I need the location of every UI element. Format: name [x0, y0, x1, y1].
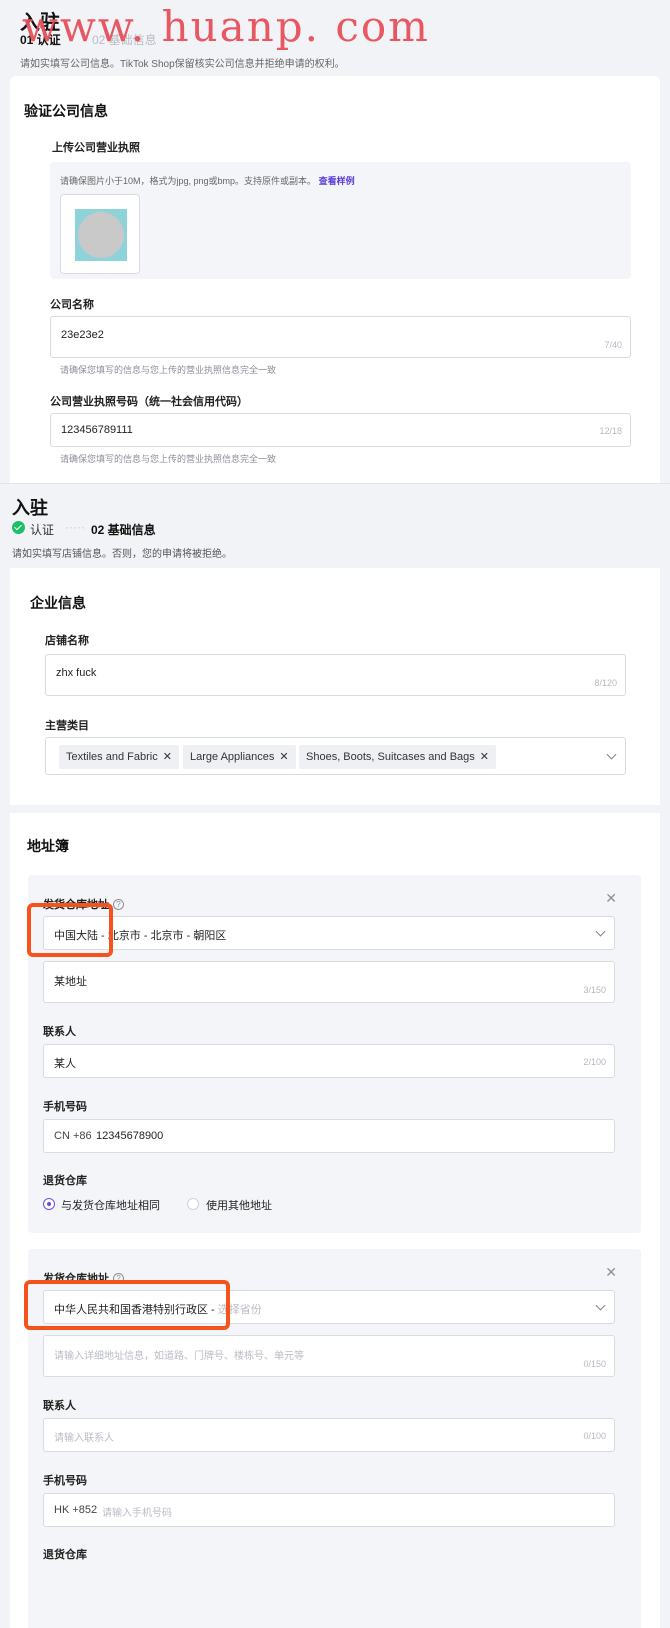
shop-name-value: zhx fuck: [56, 667, 97, 679]
chevron-down-icon[interactable]: [606, 749, 617, 760]
license-no-input[interactable]: 123456789111 12/18: [50, 413, 631, 447]
top-screenshot: 入驻 01 认证 02 基础信息 请如实填写公司信息。TikTok Shop保留…: [0, 0, 670, 483]
shop-name-label: 店铺名称: [45, 635, 89, 647]
remove-tag-icon[interactable]: ✕: [279, 751, 288, 763]
phone-value: 12345678900: [96, 1130, 164, 1142]
step-1-check-icon: [12, 521, 25, 534]
remove-tag-icon[interactable]: ✕: [480, 751, 489, 763]
highlight-box-mainland: [27, 903, 113, 957]
company-name-value: 23e23e2: [61, 329, 104, 341]
detail-address-value: 某地址: [54, 976, 87, 988]
contact-label: 联系人: [43, 1400, 76, 1412]
radio-same-address[interactable]: [43, 1198, 55, 1210]
contact-count: 2/100: [583, 1057, 606, 1067]
contact-value: 某人: [54, 1058, 76, 1070]
enterprise-title: 企业信息: [30, 595, 86, 611]
help-icon[interactable]: ?: [113, 899, 124, 910]
phone-label: 手机号码: [43, 1101, 87, 1113]
license-no-value: 123456789111: [61, 424, 133, 436]
radio-same-address-label: 与发货仓库地址相同: [61, 1200, 160, 1212]
upload-hint: 请确保图片小于10M，格式为jpg, png或bmp。支持原件或副本。 查看样例: [60, 174, 355, 187]
step-1: 认证: [30, 523, 55, 537]
address-book-title: 地址簿: [27, 838, 69, 854]
company-name-input[interactable]: 23e23e2 7/40: [50, 316, 631, 358]
return-warehouse-label: 退货仓库: [43, 1549, 87, 1561]
close-icon[interactable]: ✕: [605, 890, 617, 907]
license-no-hint: 请确保您填写的信息与您上传的营业执照信息完全一致: [60, 454, 277, 464]
contact-input[interactable]: 某人 2/100: [43, 1044, 615, 1078]
license-no-count: 12/18: [599, 426, 622, 436]
close-icon[interactable]: ✕: [605, 1264, 617, 1281]
license-no-label: 公司营业执照号码（统一社会信用代码）: [50, 396, 248, 408]
category-tag[interactable]: Textiles and Fabric ✕: [59, 745, 179, 769]
view-example-link[interactable]: 查看样例: [319, 176, 355, 186]
radio-other-address[interactable]: [187, 1198, 199, 1210]
detail-address-input[interactable]: 请输入详细地址信息，如道路、门牌号、楼栋号、单元等 0/150: [43, 1335, 615, 1377]
company-name-label: 公司名称: [50, 299, 94, 311]
company-name-hint: 请确保您填写的信息与您上传的营业执照信息完全一致: [60, 365, 277, 375]
phone-label: 手机号码: [43, 1475, 87, 1487]
contact-count: 0/100: [583, 1431, 606, 1441]
contact-label: 联系人: [43, 1026, 76, 1038]
return-warehouse-label: 退货仓库: [43, 1175, 87, 1187]
page-subtitle: 请如实填写公司信息。TikTok Shop保留核实公司信息并拒绝申请的权利。: [20, 59, 345, 70]
upload-hint-text: 请确保图片小于10M，格式为jpg, png或bmp。支持原件或副本。: [60, 176, 317, 186]
detail-address-count: 3/150: [583, 985, 606, 995]
shop-name-input[interactable]: zhx fuck 8/120: [45, 654, 626, 696]
upload-area: 请确保图片小于10M，格式为jpg, png或bmp。支持原件或副本。 查看样例: [50, 162, 631, 279]
remove-tag-icon[interactable]: ✕: [163, 751, 172, 763]
category-label: 主营类目: [45, 720, 89, 732]
radio-other-address-label: 使用其他地址: [206, 1200, 272, 1212]
bottom-screenshot: 入驻 认证 ····· 02 基础信息 请如实填写店铺信息。否则，您的申请将被拒…: [0, 483, 670, 1628]
phone-placeholder: 请输入手机号码: [102, 1508, 172, 1519]
detail-address-count: 0/150: [583, 1359, 606, 1369]
step-2: 02 基础信息: [91, 523, 156, 537]
verify-company-panel: 验证公司信息 上传公司营业执照 请确保图片小于10M，格式为jpg, png或b…: [10, 76, 660, 483]
watermark: www. huanp. com: [22, 2, 430, 51]
contact-placeholder: 请输入联系人: [54, 1433, 114, 1444]
address-card-1: 发货仓库地址? ✕ 中国大陆 - 北京市 - 北京市 - 朝阳区 某地址 3/1…: [28, 875, 641, 1233]
enterprise-panel: 企业信息 店铺名称 zhx fuck 8/120 主营类目 Textiles a…: [10, 568, 660, 805]
contact-input[interactable]: 请输入联系人 0/100: [43, 1418, 615, 1452]
chevron-down-icon[interactable]: [595, 926, 606, 937]
license-label: 上传公司营业执照: [52, 142, 140, 154]
page-title: 入驻: [12, 498, 48, 518]
region-select[interactable]: 中国大陆 - 北京市 - 北京市 - 朝阳区: [43, 916, 615, 950]
step-dots: ·····: [65, 520, 85, 534]
phone-code[interactable]: CN +86: [54, 1130, 92, 1142]
category-tag[interactable]: Shoes, Boots, Suitcases and Bags ✕: [299, 745, 496, 769]
license-thumbnail[interactable]: [60, 194, 140, 274]
license-image: [75, 209, 127, 261]
phone-code[interactable]: HK +852: [54, 1504, 97, 1516]
category-select[interactable]: Textiles and Fabric ✕ Large Appliances ✕ S…: [45, 737, 626, 775]
phone-input[interactable]: CN +86 12345678900: [43, 1119, 615, 1153]
shop-name-count: 8/120: [594, 678, 617, 688]
detail-address-placeholder: 请输入详细地址信息，如道路、门牌号、楼栋号、单元等: [54, 1351, 304, 1362]
highlight-box-hongkong: [24, 1280, 230, 1330]
company-name-count: 7/40: [604, 340, 622, 350]
chevron-down-icon[interactable]: [595, 1300, 606, 1311]
page-subtitle: 请如实填写店铺信息。否则，您的申请将被拒绝。: [12, 549, 232, 560]
phone-input[interactable]: HK +852 请输入手机号码: [43, 1493, 615, 1527]
section-title: 验证公司信息: [24, 103, 108, 119]
detail-address-input[interactable]: 某地址 3/150: [43, 961, 615, 1003]
category-tag[interactable]: Large Appliances ✕: [183, 745, 296, 769]
